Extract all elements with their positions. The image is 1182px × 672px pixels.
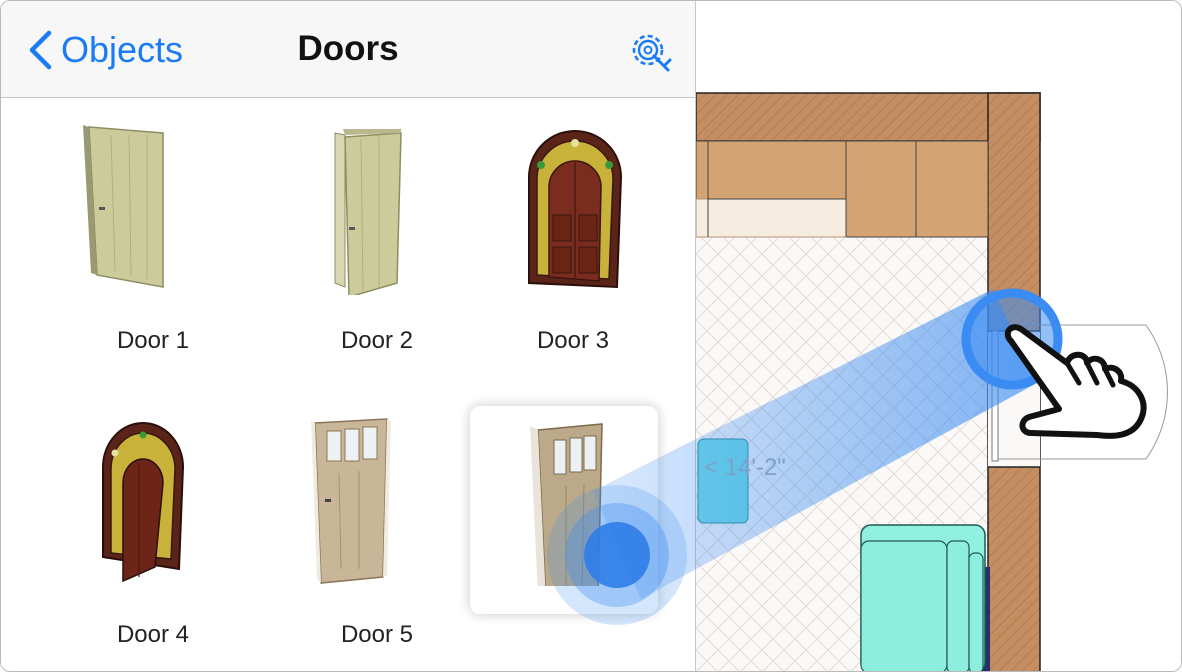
- door-6-item[interactable]: [470, 406, 658, 614]
- door-5-label: Door 5: [340, 621, 414, 648]
- page-title: Doors: [297, 29, 399, 68]
- gear-wrench-icon: [632, 34, 672, 72]
- settings-button[interactable]: [627, 29, 673, 75]
- door-6-thumbnail: [530, 423, 603, 586]
- door-1-thumbnail: [83, 125, 164, 288]
- floor-plan-canvas[interactable]: < 14'-2": [695, 1, 1182, 672]
- chair[interactable]: [697, 438, 749, 524]
- sofa[interactable]: [860, 524, 986, 672]
- door-4-item[interactable]: Door 4: [59, 409, 247, 648]
- door-5-item[interactable]: Door 5: [283, 409, 471, 648]
- door-2-label: Door 2: [340, 327, 414, 354]
- object-library-panel: Objects Doors Door 1 Door 2 Door 3 Door …: [1, 1, 696, 671]
- door-5-thumbnail: [311, 418, 391, 584]
- navigation-bar: Objects Doors: [1, 1, 695, 98]
- kitchen-cabinets[interactable]: [695, 140, 989, 238]
- dimension-label: < 14'-2": [704, 454, 786, 481]
- door-4-label: Door 4: [116, 621, 190, 648]
- door-1-label: Door 1: [116, 327, 190, 354]
- floor-plan[interactable]: < 14'-2": [695, 1, 1182, 672]
- door-1-item[interactable]: Door 1: [59, 115, 247, 354]
- door-2-item[interactable]: Door 2: [283, 115, 471, 354]
- door-3-label: Door 3: [536, 327, 610, 354]
- app-window: < 14'-2" Objects Doors Door 1 Door 2 Doo…: [0, 0, 1182, 672]
- door-3-thumbnail: [528, 130, 623, 289]
- door-3-item[interactable]: Door 3: [479, 115, 667, 354]
- door-4-thumbnail: [102, 422, 185, 583]
- door-2-thumbnail: [334, 129, 402, 295]
